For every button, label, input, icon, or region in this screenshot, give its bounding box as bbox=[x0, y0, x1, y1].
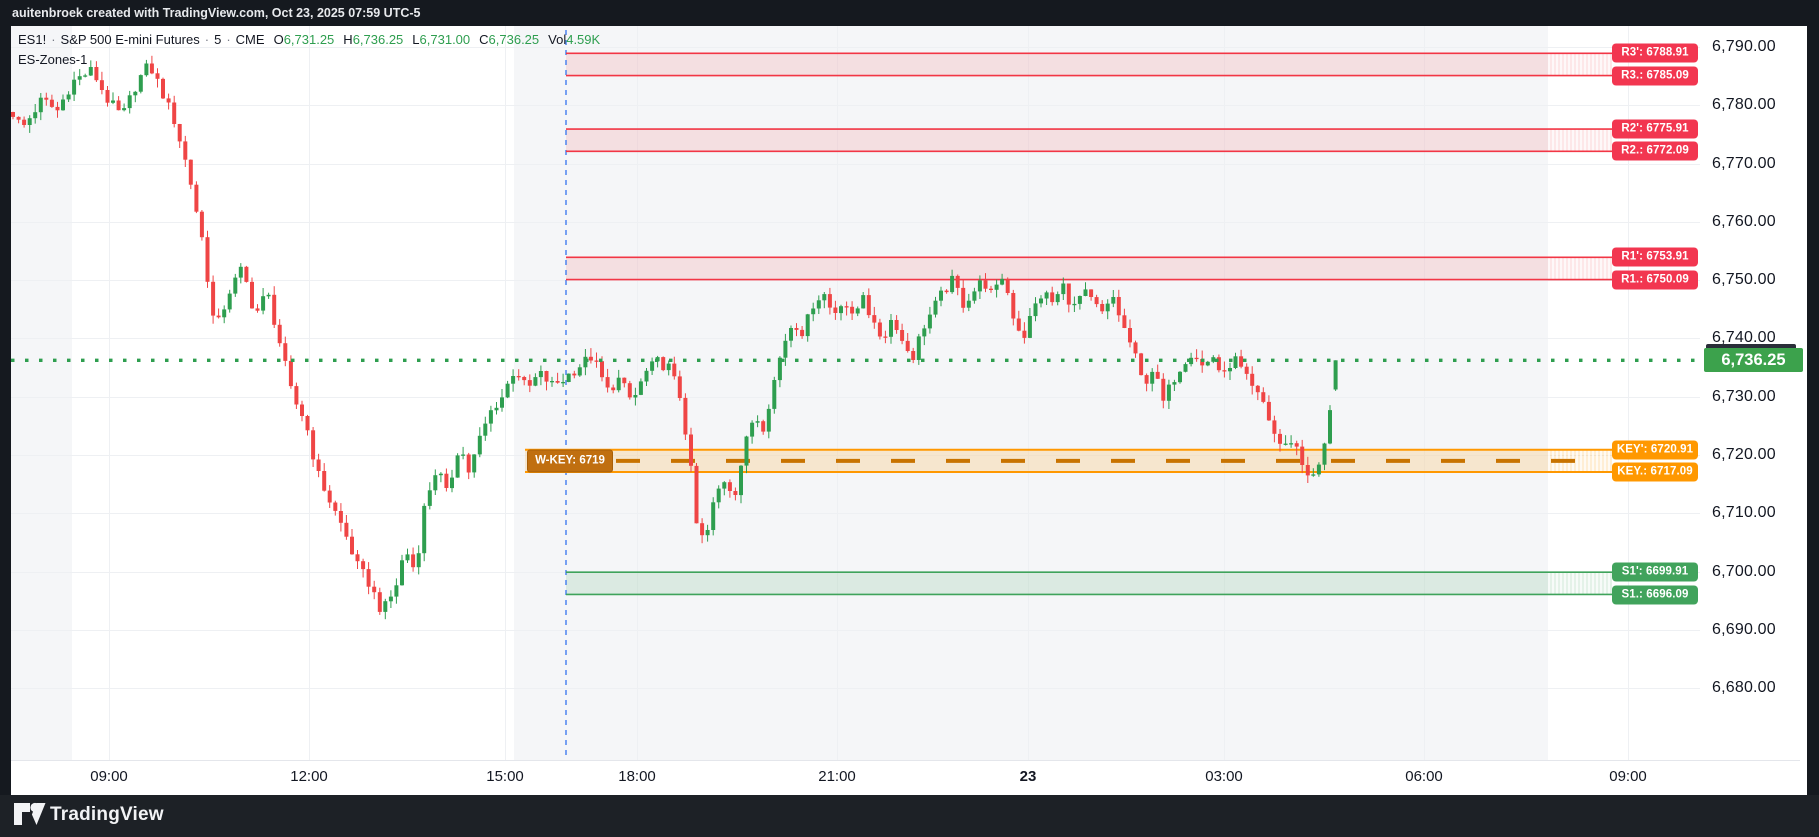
close-label: C bbox=[479, 32, 489, 47]
time-axis-label: 15:00 bbox=[486, 768, 524, 785]
volume-label: Vol bbox=[548, 32, 567, 47]
tradingview-logo-icon[interactable] bbox=[13, 802, 47, 831]
price-axis-label: 6,750.00 bbox=[1712, 271, 1776, 289]
legend-separator: · bbox=[204, 32, 210, 47]
price-axis-label: 6,710.00 bbox=[1712, 504, 1776, 522]
zone-badge-r1-lower[interactable]: R1.: 6750.09 bbox=[1612, 270, 1698, 290]
indicator-legend-es-zones[interactable]: ES-Zones-1 bbox=[18, 52, 87, 67]
legend-symbol-name[interactable]: S&P 500 E-mini Futures bbox=[61, 32, 200, 47]
time-axis-label: 12:00 bbox=[290, 768, 328, 785]
price-axis-label: 6,790.00 bbox=[1712, 37, 1776, 55]
candlestick-series bbox=[11, 55, 1338, 620]
time-axis-label: 18:00 bbox=[618, 768, 656, 785]
zone-badge-s1-lower[interactable]: S1.: 6696.09 bbox=[1612, 585, 1698, 604]
open-label: O bbox=[273, 32, 284, 47]
zone-badge-s1-upper[interactable]: S1': 6699.91 bbox=[1612, 562, 1698, 582]
current-price-badge[interactable]: 6,736.25 bbox=[1704, 348, 1803, 373]
wkey-level-label[interactable]: W-KEY: 6719 bbox=[527, 449, 613, 473]
price-axis-label: 6,760.00 bbox=[1712, 212, 1776, 230]
zone-badge-r1-upper[interactable]: R1': 6753.91 bbox=[1612, 247, 1698, 267]
open-value: 6,731.25 bbox=[283, 32, 335, 47]
symbol-legend[interactable]: ES1! · S&P 500 E-mini Futures · 5 · CME O6,731.… bbox=[18, 32, 600, 47]
price-axis-label: 6,720.00 bbox=[1712, 446, 1776, 464]
tradingview-footer: TradingView bbox=[0, 795, 1819, 837]
zone-badge-key-lower[interactable]: KEY.: 6717.09 bbox=[1612, 462, 1698, 482]
volume-value: 4.59K bbox=[566, 32, 601, 47]
tradingview-brand-text[interactable]: TradingView bbox=[50, 804, 164, 826]
high-label: H bbox=[343, 32, 353, 47]
low-value: 6,731.00 bbox=[419, 32, 471, 47]
time-axis-label: 09:00 bbox=[1609, 768, 1647, 785]
zone-badge-r3-upper[interactable]: R3': 6788.91 bbox=[1612, 43, 1698, 63]
legend-separator: · bbox=[51, 32, 56, 47]
high-value: 6,736.25 bbox=[352, 32, 404, 47]
zone-badge-r2-upper[interactable]: R2': 6775.91 bbox=[1612, 119, 1698, 139]
tradingview-snapshot: auitenbroek created with TradingView.com… bbox=[0, 0, 1819, 837]
legend-symbol[interactable]: ES1! bbox=[18, 32, 46, 47]
price-axis-label: 6,690.00 bbox=[1712, 621, 1776, 638]
time-axis-label: 21:00 bbox=[818, 768, 856, 785]
time-axis-label: 09:00 bbox=[90, 768, 128, 785]
low-label: L bbox=[412, 32, 420, 47]
price-axis-label: 6,730.00 bbox=[1712, 387, 1776, 405]
legend-exchange: CME bbox=[235, 32, 265, 47]
time-axis-label: 03:00 bbox=[1205, 768, 1243, 785]
time-axis-label: 23 bbox=[1019, 768, 1037, 785]
price-axis-label: 6,700.00 bbox=[1712, 562, 1776, 580]
zone-badge-r2-lower[interactable]: R2.: 6772.09 bbox=[1612, 141, 1698, 161]
price-axis-label: 6,770.00 bbox=[1712, 154, 1776, 172]
legend-separator: · bbox=[226, 32, 231, 47]
close-value: 6,736.25 bbox=[488, 32, 540, 47]
price-axis-label: 6,680.00 bbox=[1712, 679, 1776, 697]
candlestick-chart[interactable] bbox=[0, 0, 1819, 837]
zone-badge-r3-lower[interactable]: R3.: 6785.09 bbox=[1612, 66, 1698, 85]
time-axis-label: 06:00 bbox=[1405, 768, 1443, 785]
legend-interval[interactable]: 5 bbox=[214, 32, 221, 47]
price-axis-label: 6,780.00 bbox=[1712, 96, 1776, 114]
zone-badge-key-upper[interactable]: KEY': 6720.91 bbox=[1612, 440, 1698, 460]
